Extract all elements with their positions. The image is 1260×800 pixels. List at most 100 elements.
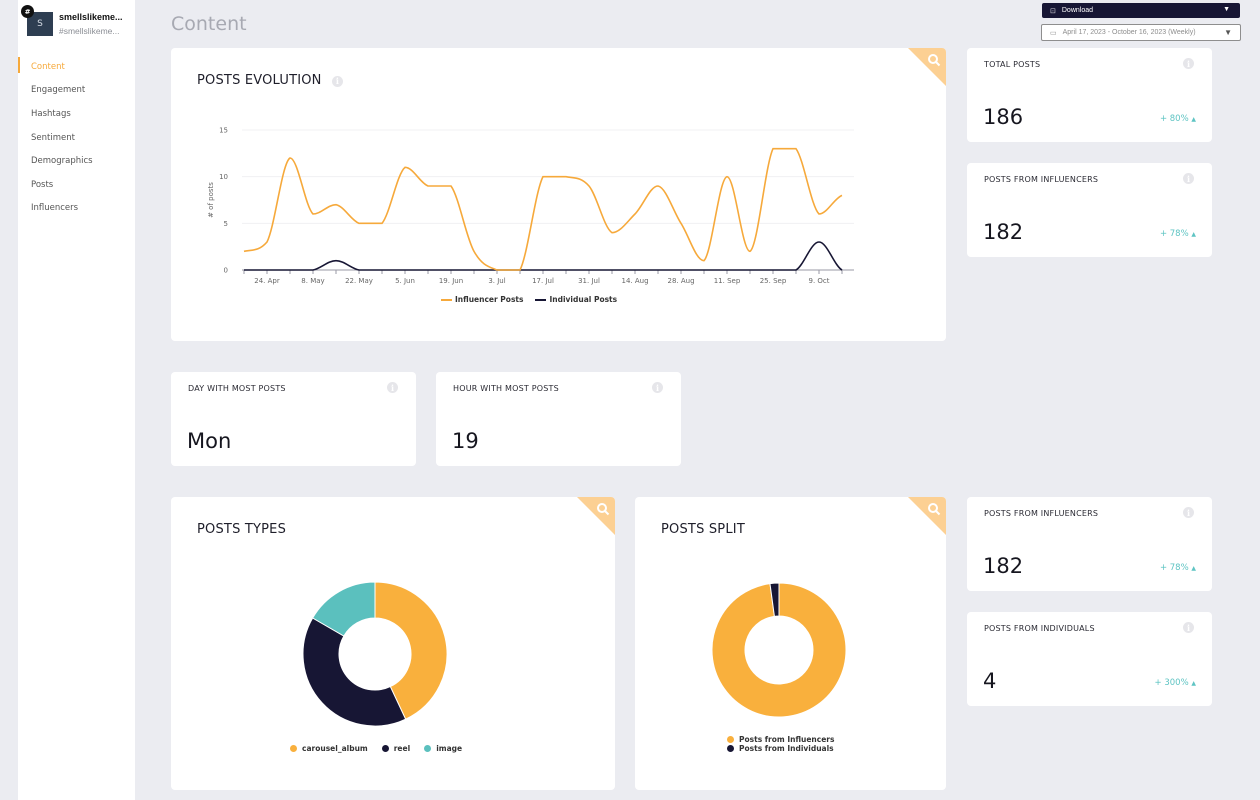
hour-most-posts-card: HOUR WITH MOST POSTS i 19 [436,372,681,466]
legend-item-posts-from-individuals[interactable]: Posts from Individuals [727,744,834,753]
info-icon[interactable]: i [1183,173,1194,184]
profile-header[interactable]: S # smellslikeme... #smellslikeme... [21,5,137,42]
sidebar-item-hashtags[interactable]: Hashtags [18,102,135,126]
legend-item-individual-posts[interactable]: Individual Posts [549,295,617,304]
kpi-change-value: + 300% [1154,678,1189,688]
download-icon: ⊡ [1050,7,1056,15]
legend-dot-influencers [727,736,734,743]
x-tick-label: 14. Aug [621,277,648,285]
x-tick-label: 11. Sep [714,277,741,285]
date-range-select[interactable]: ▭ April 17, 2023 - October 16, 2023 (Wee… [1041,24,1241,41]
legend-item-carousel-album[interactable]: carousel_album [302,744,368,753]
x-tick-label: 9. Oct [808,277,829,285]
kpi-change-value: + 80% [1159,114,1189,124]
kpi-label: DAY WITH MOST POSTS [188,384,286,393]
kpi-change: + 80% ▲ [1160,114,1196,124]
profile-name: smellslikeme... [59,12,123,22]
x-tick-label: 24. Apr [254,277,280,285]
kpi-change: + 78% ▲ [1160,229,1196,239]
info-icon[interactable]: i [387,382,398,393]
kpi-label: HOUR WITH MOST POSTS [453,384,559,393]
kpi-value: 186 [983,105,1024,129]
calendar-icon: ▭ [1050,29,1057,37]
kpi-change: + 300% ▲ [1155,678,1196,688]
x-tick-label: 8. May [301,277,324,285]
sidebar-item-sentiment[interactable]: Sentiment [18,126,135,150]
posts-types-legend: carousel_album reel image [290,744,462,753]
x-tick-label: 3. Jul [488,277,505,285]
posts-from-influencers-card-2: POSTS FROM INFLUENCERS i 182 + 78% ▲ [967,497,1212,591]
chevron-down-icon: ▼ [1224,28,1232,37]
day-most-posts-card: DAY WITH MOST POSTS i Mon [171,372,416,466]
posts-types-card: POSTS TYPES carousel_album reel image [171,497,615,790]
legend-dot-individuals [727,745,734,752]
info-icon[interactable]: i [1183,507,1194,518]
sidebar: S # smellslikeme... #smellslikeme... Con… [18,0,135,800]
kpi-value: 19 [452,429,479,453]
sidebar-item-posts[interactable]: Posts [18,173,135,197]
trend-up-icon: ▲ [1191,565,1196,572]
download-label: Download [1061,7,1094,14]
posts-split-card: POSTS SPLIT Posts from Influencers Posts… [635,497,946,790]
legend-item-influencer-posts[interactable]: Influencer Posts [455,295,523,304]
x-tick-label: 5. Jun [395,277,415,285]
info-icon[interactable]: i [652,382,663,393]
kpi-value: 4 [983,669,997,693]
sidebar-item-engagement[interactable]: Engagement [18,79,135,103]
date-range-value: April 17, 2023 - October 16, 2023 (Weekl… [1062,29,1196,36]
legend-dot-reel [381,745,389,752]
line-chart-legend: Influencer Posts Individual Posts [441,295,617,304]
kpi-label: POSTS FROM INDIVIDUALS [984,624,1095,633]
legend-swatch-individual [535,298,547,301]
legend-swatch-influencer [441,298,452,301]
legend-label: Posts from Influencers [739,735,835,744]
kpi-change-value: + 78% [1159,563,1189,573]
posts-from-individuals-card: POSTS FROM INDIVIDUALS i 4 + 300% ▲ [967,612,1212,706]
profile-handle: #smellslikeme... [59,26,120,36]
trend-up-icon: ▲ [1191,116,1196,123]
legend-item-image[interactable]: image [436,744,462,753]
sidebar-item-influencers[interactable]: Influencers [18,197,135,221]
info-icon[interactable]: i [1183,58,1194,69]
series-line-influencer-posts[interactable] [243,147,843,271]
kpi-label: POSTS FROM INFLUENCERS [984,175,1099,184]
posts-from-influencers-card: POSTS FROM INFLUENCERS i 182 + 78% ▲ [967,163,1212,257]
kpi-label: POSTS FROM INFLUENCERS [984,509,1099,518]
trend-up-icon: ▲ [1191,231,1196,238]
caret-down-icon: ▼ [1223,6,1230,13]
x-tick-label: 31. Jul [578,277,600,285]
legend-item-reel[interactable]: reel [394,744,410,753]
trend-up-icon: ▲ [1191,680,1196,687]
y-tick-label: 5 [224,220,228,228]
sidebar-item-demographics[interactable]: Demographics [18,149,135,173]
y-tick-label: 0 [224,267,228,275]
y-tick-label: 15 [219,127,228,135]
x-tick-label: 25. Sep [760,277,787,285]
y-tick-label: 10 [219,173,228,181]
kpi-change-value: + 78% [1159,229,1189,239]
kpi-label: TOTAL POSTS [984,60,1041,69]
x-tick-label: 17. Jul [532,277,554,285]
legend-item-posts-from-influencers[interactable]: Posts from Influencers [727,735,834,744]
kpi-value: 182 [983,554,1024,578]
avatar-letter: S [37,19,43,29]
legend-dot-image [424,745,432,752]
legend-label: Posts from Individuals [739,744,834,753]
kpi-value: 182 [983,220,1024,244]
download-button[interactable]: ⊡ Download ▼ [1042,3,1240,18]
posts-evolution-card: POSTS EVOLUTION i # of posts 0 5 10 15 24. … [171,48,946,341]
y-axis-label: # of posts [207,182,215,218]
page-title: Content [171,13,247,35]
info-icon[interactable]: i [1183,622,1194,633]
x-tick-label: 28. Aug [667,277,694,285]
legend-dot-carousel [290,745,297,752]
sidebar-nav: Content Engagement Hashtags Sentiment De… [18,55,135,220]
x-tick-label: 22. May [345,277,373,285]
sidebar-item-content[interactable]: Content [18,55,135,79]
total-posts-card: TOTAL POSTS i 186 + 80% ▲ [967,48,1212,142]
kpi-change: + 78% ▲ [1160,563,1196,573]
slice-reel[interactable] [302,617,407,727]
x-tick-label: 19. Jun [439,277,463,285]
kpi-value: Mon [187,429,232,453]
hashtag-badge-icon: # [21,5,34,18]
